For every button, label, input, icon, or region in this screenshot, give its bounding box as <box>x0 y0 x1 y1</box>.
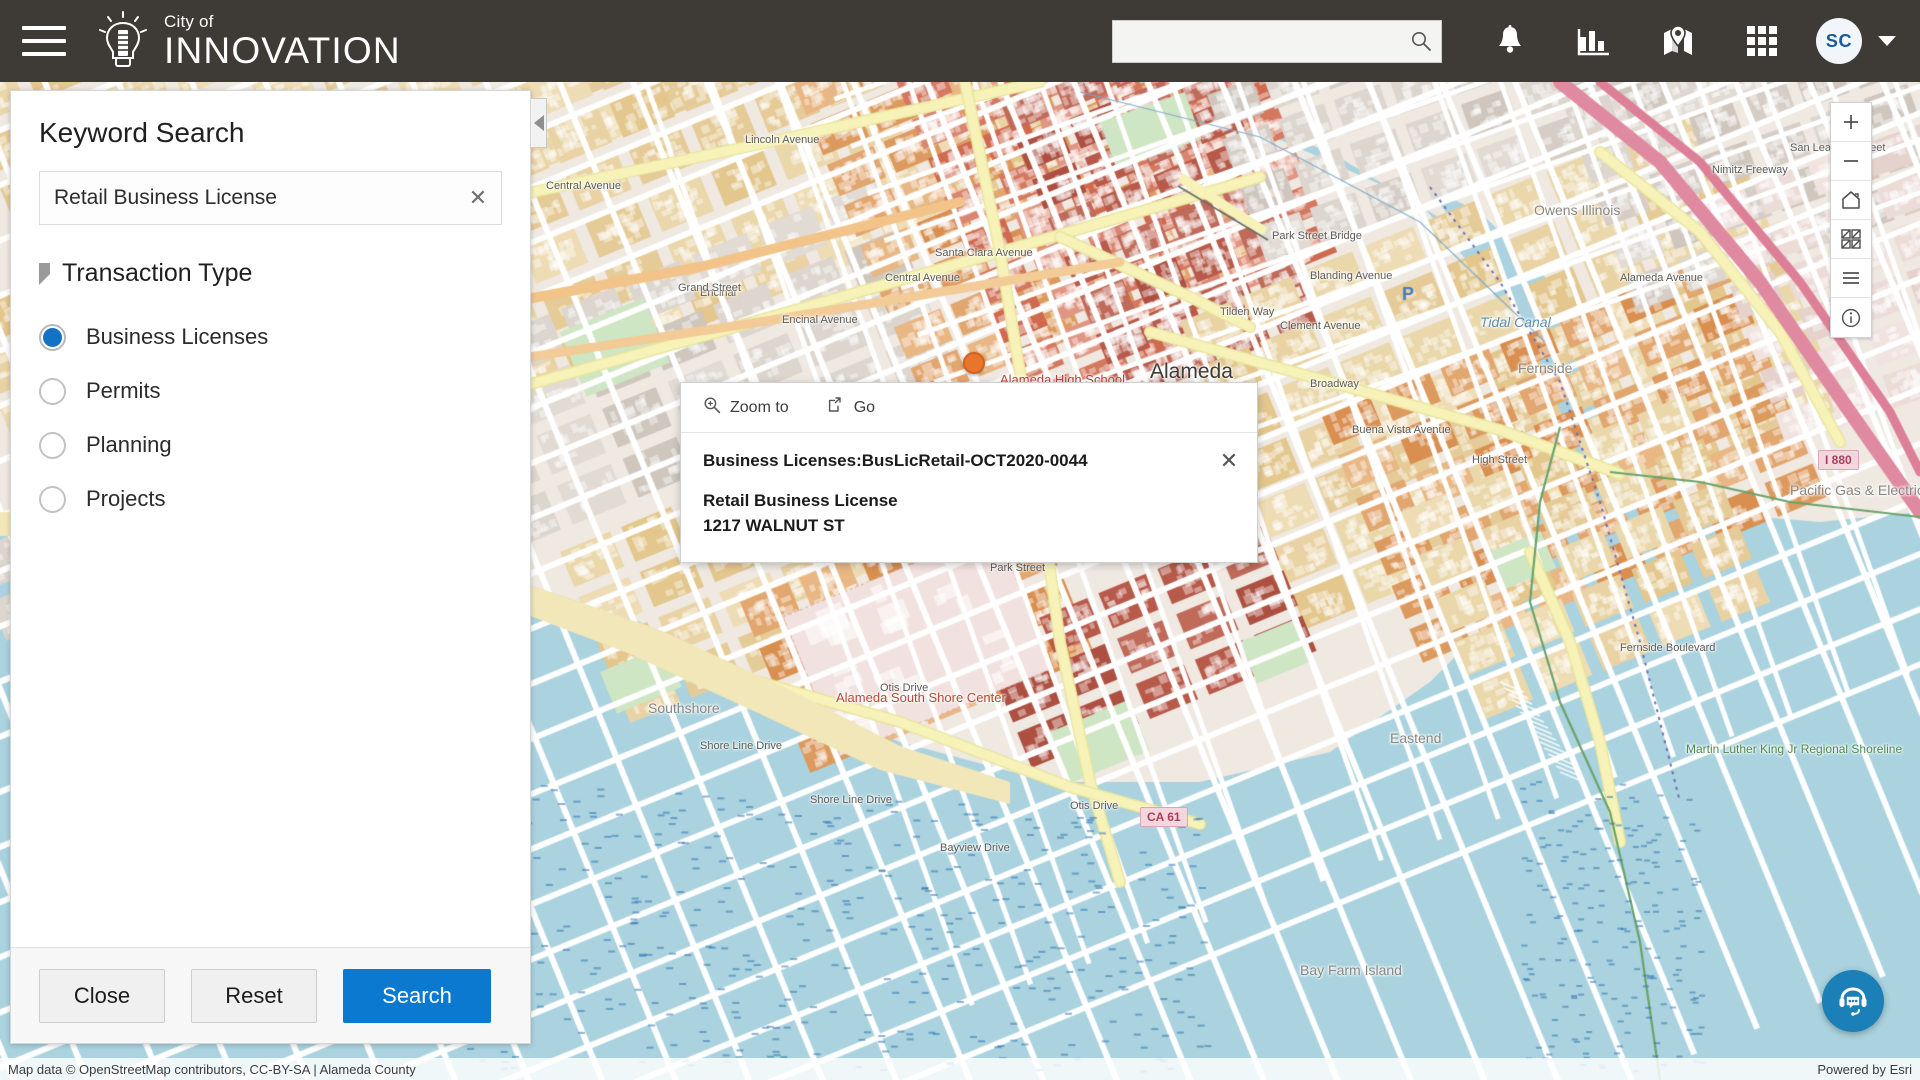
popup-zoom-to-label: Zoom to <box>730 399 789 417</box>
keyword-search-panel: Keyword Search ✕ Transaction Type Busine… <box>10 90 531 1044</box>
popup-line-2: 1217 WALNUT ST <box>703 514 1235 539</box>
home-button[interactable] <box>1831 181 1871 220</box>
popup-zoom-to-action[interactable]: Zoom to <box>703 396 789 419</box>
search-input[interactable] <box>40 172 455 224</box>
radio-option-label: Projects <box>86 486 165 512</box>
panel-body: Keyword Search ✕ Transaction Type Busine… <box>11 91 530 947</box>
panel-collapse-handle[interactable] <box>531 98 547 148</box>
map-zoom-controls <box>1830 102 1872 338</box>
radio-option-label: Planning <box>86 432 172 458</box>
hamburger-menu-icon[interactable] <box>22 26 66 56</box>
support-chat-icon[interactable] <box>1822 970 1884 1032</box>
close-button[interactable]: Close <box>39 969 165 1023</box>
radio-mark <box>39 432 66 459</box>
popup-title: Business Licenses:BusLicRetail-OCT2020-0… <box>703 451 1235 471</box>
radio-mark <box>39 378 66 405</box>
reset-button[interactable]: Reset <box>191 969 317 1023</box>
popup-go-label: Go <box>854 399 875 417</box>
zoom-out-button[interactable] <box>1831 142 1871 181</box>
radio-mark <box>39 486 66 513</box>
global-search[interactable] <box>1112 20 1442 63</box>
map-pin-icon[interactable] <box>1654 17 1702 65</box>
avatar[interactable]: SC <box>1816 18 1862 64</box>
chevron-left-icon <box>534 115 544 131</box>
zoom-in-button[interactable] <box>1831 103 1871 142</box>
hamburger-bar <box>22 52 66 56</box>
layer-list-button[interactable] <box>1831 259 1871 298</box>
osm-attribution: Map data © OpenStreetMap contributors, C… <box>8 1062 416 1077</box>
close-icon[interactable]: ✕ <box>1215 447 1243 475</box>
popup-content: ✕ Business Licenses:BusLicRetail-OCT2020… <box>681 433 1257 562</box>
radio-option-label: Permits <box>86 378 161 404</box>
triangle-collapse-icon <box>39 263 50 285</box>
popup-line-1: Retail Business License <box>703 489 1235 514</box>
radio-option-planning[interactable]: Planning <box>39 418 502 472</box>
info-button[interactable] <box>1831 298 1871 337</box>
selected-feature-marker[interactable] <box>963 352 985 374</box>
basemap-gallery-button[interactable] <box>1831 220 1871 259</box>
search-button[interactable]: Search <box>343 969 491 1023</box>
transaction-type-section-header[interactable]: Transaction Type <box>39 259 502 288</box>
global-search-input[interactable] <box>1113 21 1401 62</box>
page-title: Keyword Search <box>39 117 502 149</box>
radio-option-projects[interactable]: Projects <box>39 472 502 526</box>
close-icon[interactable]: ✕ <box>455 172 501 224</box>
chevron-down-icon[interactable] <box>1878 36 1896 46</box>
app-grid-icon[interactable] <box>1738 17 1786 65</box>
brand-line-1: City of <box>164 13 401 30</box>
lightbulb-icon <box>96 10 150 72</box>
brand-logo[interactable]: City of INNOVATION <box>96 10 401 72</box>
radio-mark <box>39 324 66 351</box>
external-link-icon <box>827 396 845 419</box>
notifications-bell-icon[interactable] <box>1486 17 1534 65</box>
panel-footer: Close Reset Search <box>11 947 530 1043</box>
popup-go-action[interactable]: Go <box>827 396 875 419</box>
app-header: City of INNOVATION <box>0 0 1920 82</box>
esri-credit: Powered by Esri <box>1817 1062 1912 1077</box>
hamburger-bar <box>22 26 66 30</box>
radio-option-permits[interactable]: Permits <box>39 364 502 418</box>
transaction-type-label: Transaction Type <box>62 259 252 288</box>
feature-popup: Zoom to Go ✕ Business Licenses:BusLicRet… <box>680 382 1258 563</box>
popup-action-bar: Zoom to Go <box>681 383 1257 433</box>
brand-line-2: INNOVATION <box>164 32 401 69</box>
radio-option-business-licenses[interactable]: Business Licenses <box>39 310 502 364</box>
bar-chart-icon[interactable] <box>1570 17 1618 65</box>
transaction-type-radio-group: Business Licenses Permits Planning Projects <box>39 310 502 526</box>
search-icon[interactable] <box>1401 21 1441 62</box>
search-input-wrapper[interactable]: ✕ <box>39 171 502 225</box>
zoom-to-icon <box>703 396 721 419</box>
map-attribution-bar: Map data © OpenStreetMap contributors, C… <box>0 1058 1920 1080</box>
hamburger-bar <box>22 39 66 43</box>
radio-option-label: Business Licenses <box>86 324 268 350</box>
